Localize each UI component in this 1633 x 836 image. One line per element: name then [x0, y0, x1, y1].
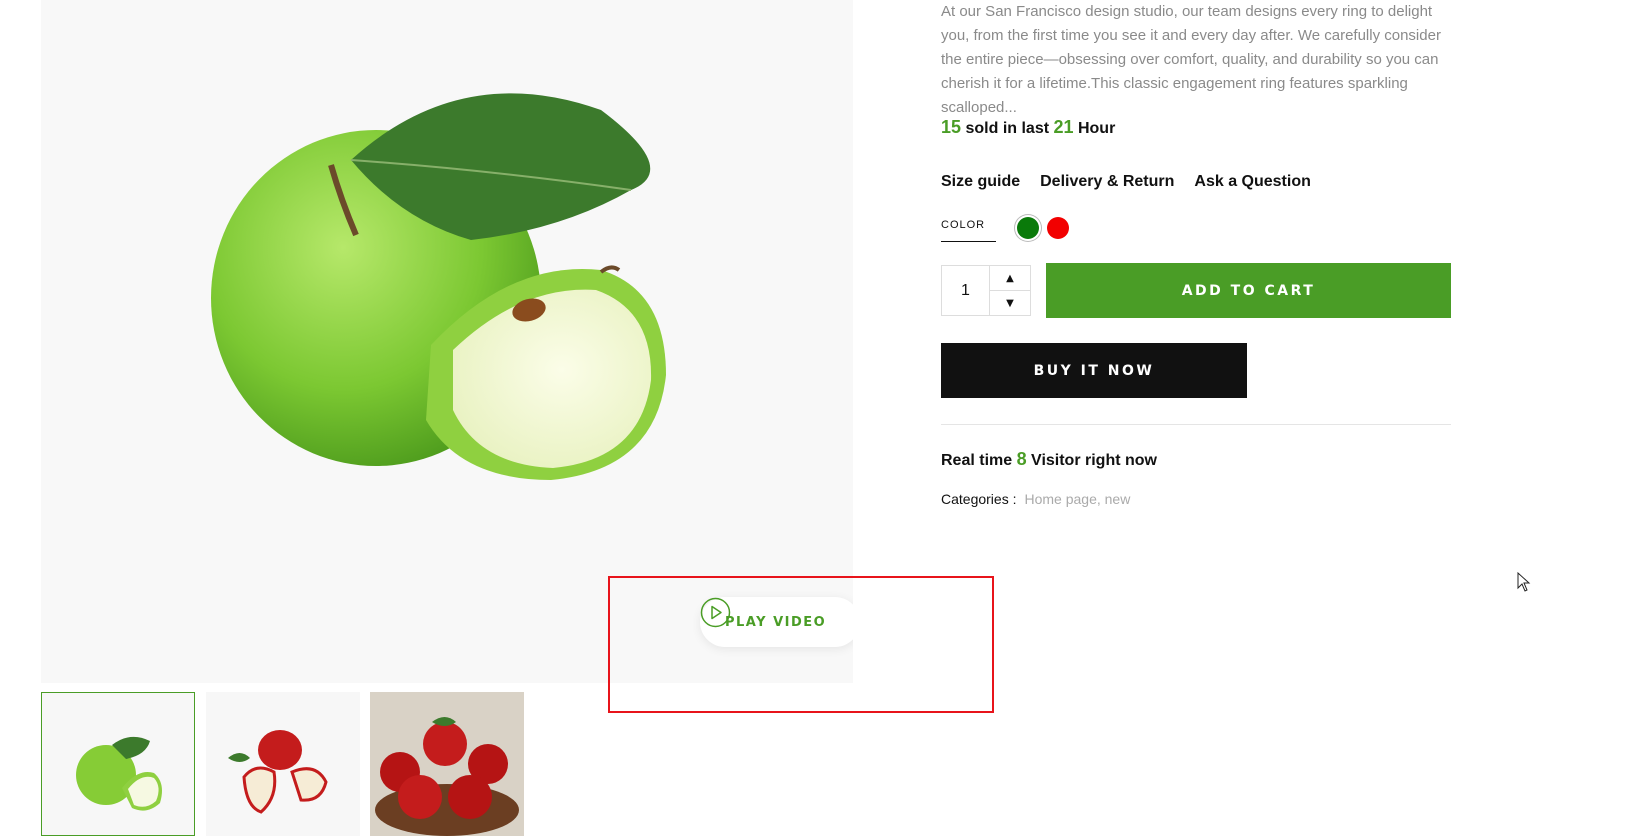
color-swatch-red[interactable] [1047, 217, 1069, 239]
product-links: Size guide Delivery & Return Ask a Quest… [941, 173, 1311, 191]
divider [941, 424, 1451, 425]
color-swatch-green[interactable] [1017, 217, 1039, 239]
highlight-box [608, 576, 994, 713]
product-description: At our San Francisco design studio, our … [941, 3, 1441, 116]
ask-question-link[interactable]: Ask a Question [1194, 173, 1310, 191]
delivery-return-link[interactable]: Delivery & Return [1040, 173, 1174, 191]
thumbnail-apple-bowl[interactable] [370, 692, 524, 836]
sold-count: 15 [941, 117, 962, 137]
apple-bowl-thumb-image [375, 717, 519, 836]
visitors-suffix: Visitor right now [1026, 452, 1157, 469]
sold-counter: 15 sold in last 21 Hour [941, 117, 1115, 138]
thumbnail-red-apples[interactable] [206, 692, 360, 836]
sold-text-mid: sold in last [961, 120, 1054, 137]
red-apple-slices-thumb-image [228, 730, 328, 814]
visitors-prefix: Real time [941, 452, 1017, 469]
add-to-cart-button[interactable]: ADD TO CART [1046, 263, 1451, 318]
size-guide-link[interactable]: Size guide [941, 173, 1020, 191]
sold-text-end: Hour [1073, 120, 1116, 137]
categories: Categories : Home page, new [941, 491, 1130, 507]
quantity-increase-icon[interactable]: ▲ [990, 266, 1030, 291]
visitor-counter: Real time 8 Visitor right now [941, 449, 1157, 470]
thumbnail-green-apple[interactable] [41, 692, 195, 836]
categories-label: Categories : [941, 491, 1017, 507]
quantity-input[interactable]: 1 [942, 266, 990, 315]
quantity-decrease-icon[interactable]: ▼ [990, 291, 1030, 315]
mouse-cursor-icon [1517, 572, 1531, 592]
green-apple-thumb-image [76, 736, 162, 811]
buy-it-now-button[interactable]: BUY IT NOW [941, 343, 1247, 398]
quantity-stepper: 1 ▲ ▼ [941, 265, 1031, 316]
categories-values[interactable]: Home page, new [1024, 491, 1130, 507]
sold-hours: 21 [1053, 117, 1074, 137]
visitors-count: 8 [1016, 449, 1027, 469]
color-label: COLOR [941, 219, 996, 242]
